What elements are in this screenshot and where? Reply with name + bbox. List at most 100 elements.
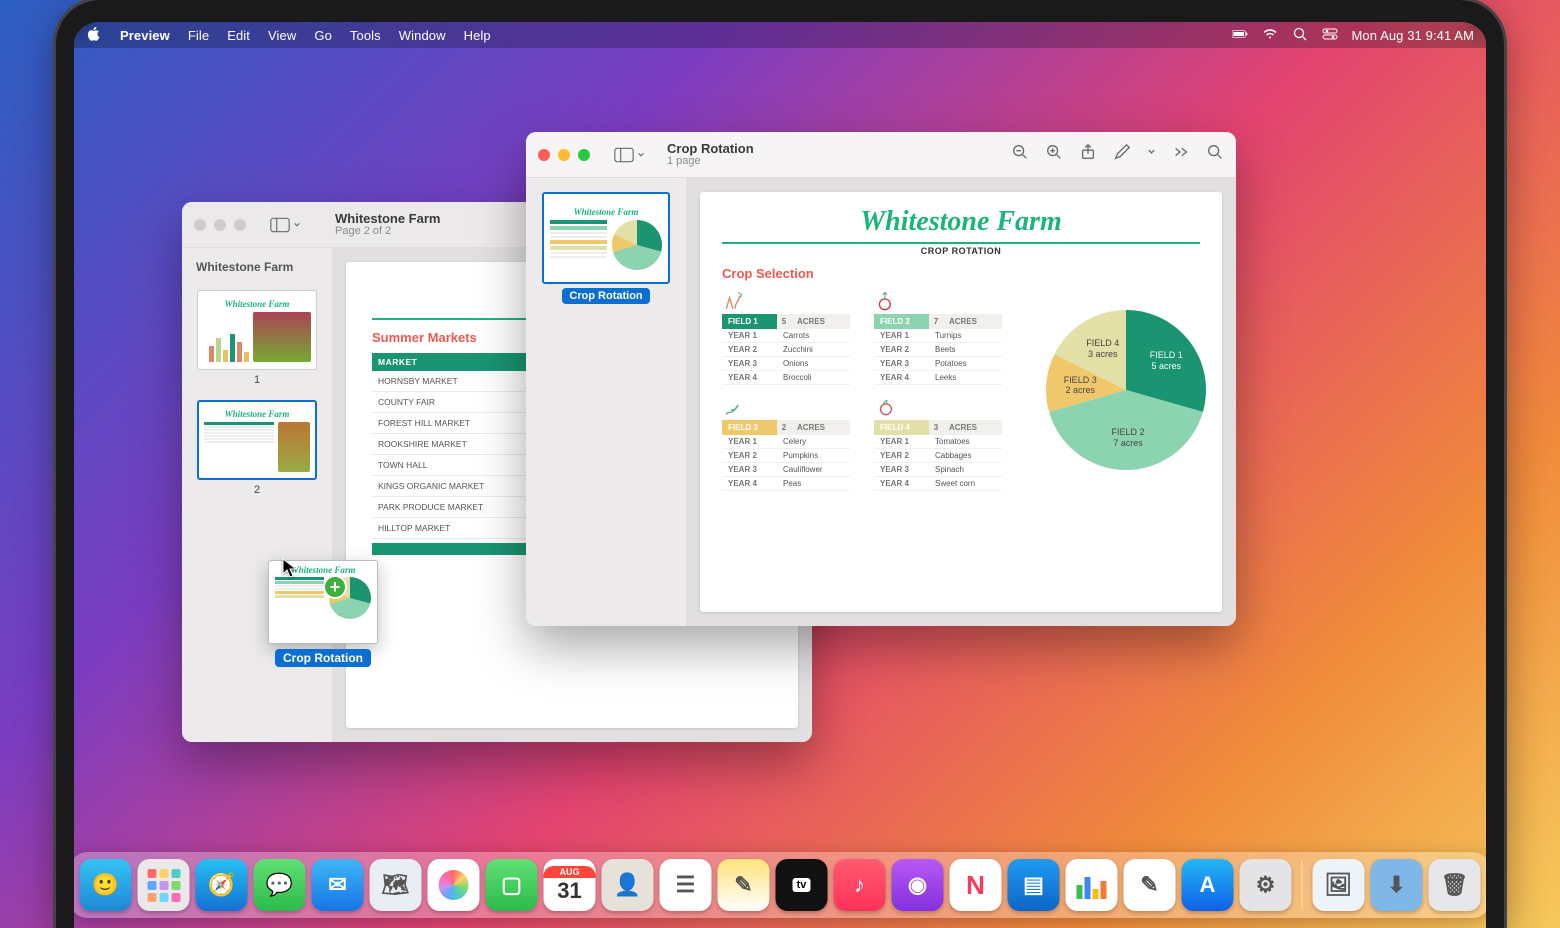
thumb-label-1: 1 xyxy=(254,374,260,386)
add-icon: + xyxy=(323,575,347,599)
traffic-lights[interactable] xyxy=(194,219,246,231)
dock-numbers[interactable] xyxy=(1066,859,1118,911)
close-button[interactable] xyxy=(194,219,206,231)
thumbnail-sidebar: Whitestone Farm Cr xyxy=(526,178,686,626)
menu-view[interactable]: View xyxy=(268,28,296,43)
dock-pages[interactable]: ✎ xyxy=(1124,859,1176,911)
minimize-button[interactable] xyxy=(214,219,226,231)
battery-icon[interactable] xyxy=(1232,26,1248,45)
dock-messages[interactable]: 💬 xyxy=(254,859,306,911)
dock-maps[interactable]: 🗺 xyxy=(370,859,422,911)
dock-music[interactable]: ♪ xyxy=(834,859,886,911)
dock-notes[interactable]: ✎ xyxy=(718,859,770,911)
crop-icon xyxy=(874,395,1002,420)
overflow-button[interactable] xyxy=(1172,143,1190,166)
pie-slice-label: FIELD 27 acres xyxy=(1098,427,1158,449)
app-name[interactable]: Preview xyxy=(120,28,170,43)
sidebar-toggle-button[interactable] xyxy=(264,213,307,237)
dock-keynote[interactable]: ▤ xyxy=(1008,859,1060,911)
market-name: TOWN HALL xyxy=(372,455,524,476)
dock-reminders[interactable]: ☰ xyxy=(660,859,712,911)
control-center-icon[interactable] xyxy=(1322,26,1338,45)
dock-preview[interactable]: 🖼 xyxy=(1313,859,1365,911)
dock-news[interactable]: N xyxy=(950,859,1002,911)
pie-slice-label: FIELD 32 acres xyxy=(1050,375,1110,397)
wifi-icon[interactable] xyxy=(1262,26,1278,45)
menu-edit[interactable]: Edit xyxy=(227,28,250,43)
dock-finder[interactable]: 🙂 xyxy=(80,859,132,911)
dock-calendar[interactable]: AUG31 xyxy=(544,859,596,911)
zoom-button[interactable] xyxy=(578,149,590,161)
spotlight-icon[interactable] xyxy=(1292,26,1308,45)
field-block: FIELD 43ACRESYEAR 1TomatoesYEAR 2Cabbage… xyxy=(874,395,1002,491)
menubar-clock[interactable]: Mon Aug 31 9:41 AM xyxy=(1352,28,1475,43)
zoom-in-button[interactable] xyxy=(1045,143,1063,166)
field-block: FIELD 15ACRESYEAR 1CarrotsYEAR 2Zucchini… xyxy=(722,289,850,385)
search-button[interactable] xyxy=(1206,143,1224,166)
dock-launchpad[interactable] xyxy=(138,859,190,911)
page-canvas-front[interactable]: Whitestone Farm CROP ROTATION Crop Selec… xyxy=(686,178,1236,626)
share-button[interactable] xyxy=(1079,143,1097,166)
dock-downloads[interactable]: ⬇︎ xyxy=(1371,859,1423,911)
mini-pie-icon xyxy=(612,220,662,270)
field-block: FIELD 27ACRESYEAR 1TurnipsYEAR 2BeetsYEA… xyxy=(874,289,1002,385)
drag-ghost-label: Crop Rotation xyxy=(269,649,377,667)
mini-bar-chart xyxy=(209,332,249,362)
preview-window-crop-rotation[interactable]: Crop Rotation 1 page Whit xyxy=(526,132,1236,626)
doc-title: Whitestone Farm xyxy=(722,206,1200,238)
dock-facetime[interactable]: ▢ xyxy=(486,859,538,911)
dock-podcasts[interactable]: ◉ xyxy=(892,859,944,911)
thumbnail-sidebar: Whitestone Farm Whitestone Farm xyxy=(182,248,332,742)
titlebar-front[interactable]: Crop Rotation 1 page xyxy=(526,132,1236,178)
dock-app-store[interactable]: A xyxy=(1182,859,1234,911)
window-subtitle: 1 page xyxy=(667,155,754,167)
thumbnail-page-2[interactable]: Whitestone Farm xyxy=(190,396,324,500)
menu-file[interactable]: File xyxy=(188,28,209,43)
laptop-frame: Preview File Edit View Go Tools Window H… xyxy=(56,0,1504,928)
market-name: PARK PRODUCE MARKET xyxy=(372,497,524,518)
minimize-button[interactable] xyxy=(558,149,570,161)
desktop: Whitestone Farm Page 2 of 2 Whitestone F… xyxy=(74,48,1486,928)
dock-photos[interactable] xyxy=(428,859,480,911)
dock: 🙂🧭💬✉︎🗺▢AUG31👤☰✎tv♪◉N▤✎A⚙︎🖼⬇︎🗑 xyxy=(70,852,1491,918)
close-button[interactable] xyxy=(538,149,550,161)
menu-window[interactable]: Window xyxy=(399,28,446,43)
dock-system-preferences[interactable]: ⚙︎ xyxy=(1240,859,1292,911)
dock-tv[interactable]: tv xyxy=(776,859,828,911)
window-subtitle: Page 2 of 2 xyxy=(335,225,440,237)
cursor-arrow-icon xyxy=(282,558,298,583)
markup-dropdown-button[interactable] xyxy=(1147,143,1156,166)
window-title: Crop Rotation xyxy=(667,142,754,156)
field-tables: FIELD 15ACRESYEAR 1CarrotsYEAR 2Zucchini… xyxy=(722,289,1002,491)
dock-separator xyxy=(1302,861,1303,909)
thumbnail-page-1[interactable]: Whitestone Farm Cr xyxy=(534,188,678,308)
dock-trash[interactable]: 🗑 xyxy=(1429,859,1481,911)
thumb-label: Crop Rotation xyxy=(562,288,649,304)
sidebar-toggle-button[interactable] xyxy=(608,143,651,167)
menu-go[interactable]: Go xyxy=(314,28,332,43)
markup-button[interactable] xyxy=(1113,143,1131,166)
market-name: KINGS ORGANIC MARKET xyxy=(372,476,524,497)
crop-icon xyxy=(722,289,850,314)
mini-photo xyxy=(253,312,311,362)
market-name: COUNTY FAIR xyxy=(372,392,524,413)
crop-icon xyxy=(874,289,1002,314)
pie-slice-label: FIELD 15 acres xyxy=(1136,350,1196,372)
menu-tools[interactable]: Tools xyxy=(350,28,381,43)
crop-icon xyxy=(722,395,850,420)
market-name: FOREST HILL MARKET xyxy=(372,413,524,434)
menubar: Preview File Edit View Go Tools Window H… xyxy=(74,22,1486,48)
zoom-button[interactable] xyxy=(234,219,246,231)
dock-safari[interactable]: 🧭 xyxy=(196,859,248,911)
thumbnail-page-1[interactable]: Whitestone Farm 1 xyxy=(190,286,324,390)
sidebar-heading: Whitestone Farm xyxy=(190,258,324,280)
menu-help[interactable]: Help xyxy=(464,28,491,43)
market-name: ROOKSHIRE MARKET xyxy=(372,434,524,455)
window-title: Whitestone Farm xyxy=(335,212,440,226)
market-name: HORNSBY MARKET xyxy=(372,371,524,392)
traffic-lights[interactable] xyxy=(538,149,590,161)
dock-contacts[interactable]: 👤 xyxy=(602,859,654,911)
dock-mail[interactable]: ✉︎ xyxy=(312,859,364,911)
apple-menu-icon[interactable] xyxy=(86,26,102,45)
zoom-out-button[interactable] xyxy=(1011,143,1029,166)
